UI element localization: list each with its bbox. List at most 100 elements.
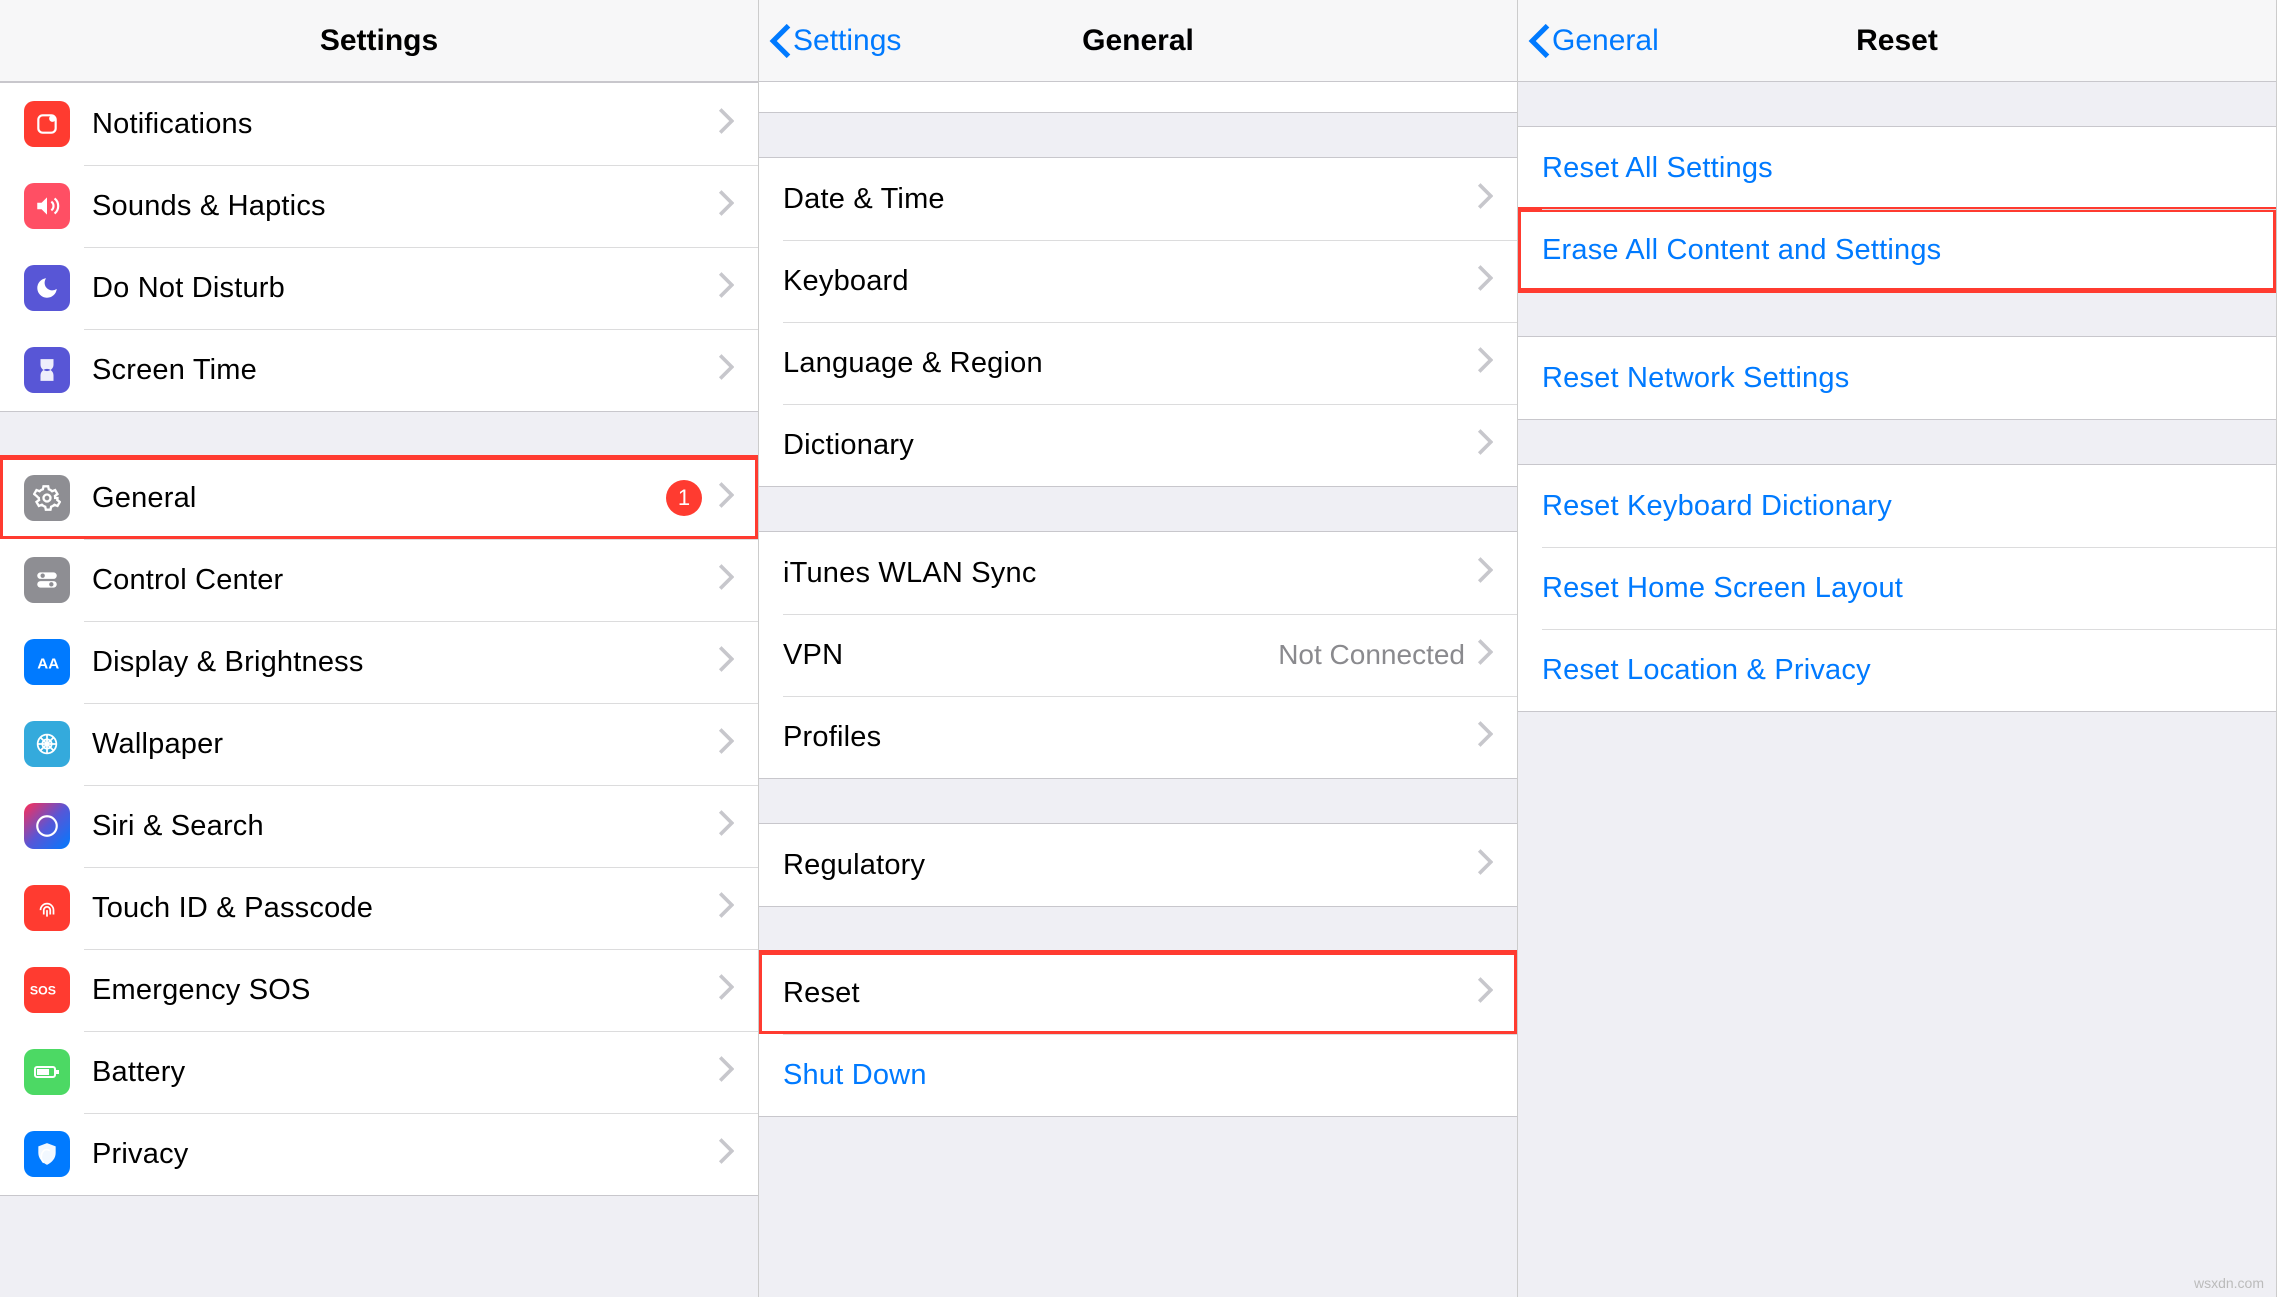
general-group-2: iTunes WLAN Sync VPN Not Connected Profi… (759, 531, 1517, 779)
reset-group-1: Reset All Settings Erase All Content and… (1518, 126, 2276, 292)
chevron-right-icon (718, 646, 734, 679)
settings-group-2: General 1 Control Center AA Display & Br… (0, 456, 758, 1196)
dnd-icon (24, 265, 70, 311)
reset-group-3: Reset Keyboard Dictionary Reset Home Scr… (1518, 464, 2276, 712)
row-label: Display & Brightness (92, 646, 718, 679)
chevron-right-icon (718, 354, 734, 387)
row-shutdown[interactable]: Shut Down (759, 1034, 1517, 1116)
siri-icon (24, 803, 70, 849)
row-reset-all[interactable]: Reset All Settings (1518, 127, 2276, 209)
chevron-left-icon (769, 24, 791, 58)
row-erase-all[interactable]: Erase All Content and Settings (1518, 209, 2276, 291)
spacer (759, 907, 1517, 951)
chevron-left-icon (1528, 24, 1550, 58)
row-label: General (92, 482, 666, 515)
row-control-center[interactable]: Control Center (0, 539, 758, 621)
spacer (1518, 82, 2276, 126)
row-dnd[interactable]: Do Not Disturb (0, 247, 758, 329)
row-notifications[interactable]: Notifications (0, 83, 758, 165)
row-label: Emergency SOS (92, 974, 718, 1007)
chevron-right-icon (718, 728, 734, 761)
row-label: Reset Home Screen Layout (1542, 572, 2252, 605)
svg-text:AA: AA (37, 656, 59, 673)
navbar-reset: General Reset (1518, 0, 2276, 82)
row-display[interactable]: AA Display & Brightness (0, 621, 758, 703)
chevron-right-icon (718, 108, 734, 141)
back-button[interactable]: Settings (769, 24, 901, 58)
row-label: Reset Keyboard Dictionary (1542, 490, 2252, 523)
row-label: Notifications (92, 108, 718, 141)
row-battery[interactable]: Battery (0, 1031, 758, 1113)
row-label: Touch ID & Passcode (92, 892, 718, 925)
row-touchid[interactable]: Touch ID & Passcode (0, 867, 758, 949)
general-group-3: Regulatory (759, 823, 1517, 907)
back-button[interactable]: General (1528, 24, 1659, 58)
settings-content: Notifications Sounds & Haptics Do Not Di… (0, 82, 758, 1297)
privacy-icon (24, 1131, 70, 1177)
chevron-right-icon (1477, 849, 1493, 882)
back-label: General (1552, 24, 1659, 58)
row-label: VPN (783, 639, 1278, 672)
settings-group-1: Notifications Sounds & Haptics Do Not Di… (0, 82, 758, 412)
reset-group-2: Reset Network Settings (1518, 336, 2276, 420)
sos-icon: SOS (24, 967, 70, 1013)
chevron-right-icon (718, 482, 734, 515)
chevron-right-icon (1477, 639, 1493, 672)
navbar-general: Settings General (759, 0, 1517, 82)
chevron-right-icon (1477, 347, 1493, 380)
row-label: Regulatory (783, 849, 1477, 882)
row-language[interactable]: Language & Region (759, 322, 1517, 404)
chevron-right-icon (718, 810, 734, 843)
row-privacy[interactable]: Privacy (0, 1113, 758, 1195)
row-reset[interactable]: Reset (759, 952, 1517, 1034)
row-screentime[interactable]: Screen Time (0, 329, 758, 411)
row-sounds[interactable]: Sounds & Haptics (0, 165, 758, 247)
chevron-right-icon (1477, 721, 1493, 754)
spacer (1518, 292, 2276, 336)
row-keyboard[interactable]: Keyboard (759, 240, 1517, 322)
row-profiles[interactable]: Profiles (759, 696, 1517, 778)
reset-content: Reset All Settings Erase All Content and… (1518, 82, 2276, 1297)
touchid-icon (24, 885, 70, 931)
back-label: Settings (793, 24, 901, 58)
row-vpn[interactable]: VPN Not Connected (759, 614, 1517, 696)
spacer (759, 113, 1517, 157)
sounds-icon (24, 183, 70, 229)
chevron-right-icon (718, 1056, 734, 1089)
row-datetime[interactable]: Date & Time (759, 158, 1517, 240)
row-reset-network[interactable]: Reset Network Settings (1518, 337, 2276, 419)
row-reset-location[interactable]: Reset Location & Privacy (1518, 629, 2276, 711)
chevron-right-icon (718, 892, 734, 925)
spacer (759, 779, 1517, 823)
row-label: Do Not Disturb (92, 272, 718, 305)
navbar-title: Reset (1856, 24, 1938, 58)
spacer (1518, 420, 2276, 464)
wallpaper-icon (24, 721, 70, 767)
row-label: Reset Network Settings (1542, 362, 2252, 395)
row-cut[interactable] (759, 82, 1517, 112)
row-label: Battery (92, 1056, 718, 1089)
chevron-right-icon (718, 272, 734, 305)
control-center-icon (24, 557, 70, 603)
row-dictionary[interactable]: Dictionary (759, 404, 1517, 486)
general-icon (24, 475, 70, 521)
row-general[interactable]: General 1 (0, 457, 758, 539)
chevron-right-icon (1477, 977, 1493, 1010)
row-wallpaper[interactable]: Wallpaper (0, 703, 758, 785)
chevron-right-icon (1477, 183, 1493, 216)
row-label: Date & Time (783, 183, 1477, 216)
row-regulatory[interactable]: Regulatory (759, 824, 1517, 906)
row-sos[interactable]: SOS Emergency SOS (0, 949, 758, 1031)
screentime-icon (24, 347, 70, 393)
row-reset-keyboard[interactable]: Reset Keyboard Dictionary (1518, 465, 2276, 547)
row-label: Erase All Content and Settings (1542, 234, 2252, 267)
chevron-right-icon (718, 974, 734, 1007)
navbar-settings: Settings (0, 0, 758, 82)
row-reset-homescreen[interactable]: Reset Home Screen Layout (1518, 547, 2276, 629)
row-label: Keyboard (783, 265, 1477, 298)
badge: 1 (666, 480, 702, 516)
row-label: Reset Location & Privacy (1542, 654, 2252, 687)
notifications-icon (24, 101, 70, 147)
row-itunes-sync[interactable]: iTunes WLAN Sync (759, 532, 1517, 614)
row-siri[interactable]: Siri & Search (0, 785, 758, 867)
